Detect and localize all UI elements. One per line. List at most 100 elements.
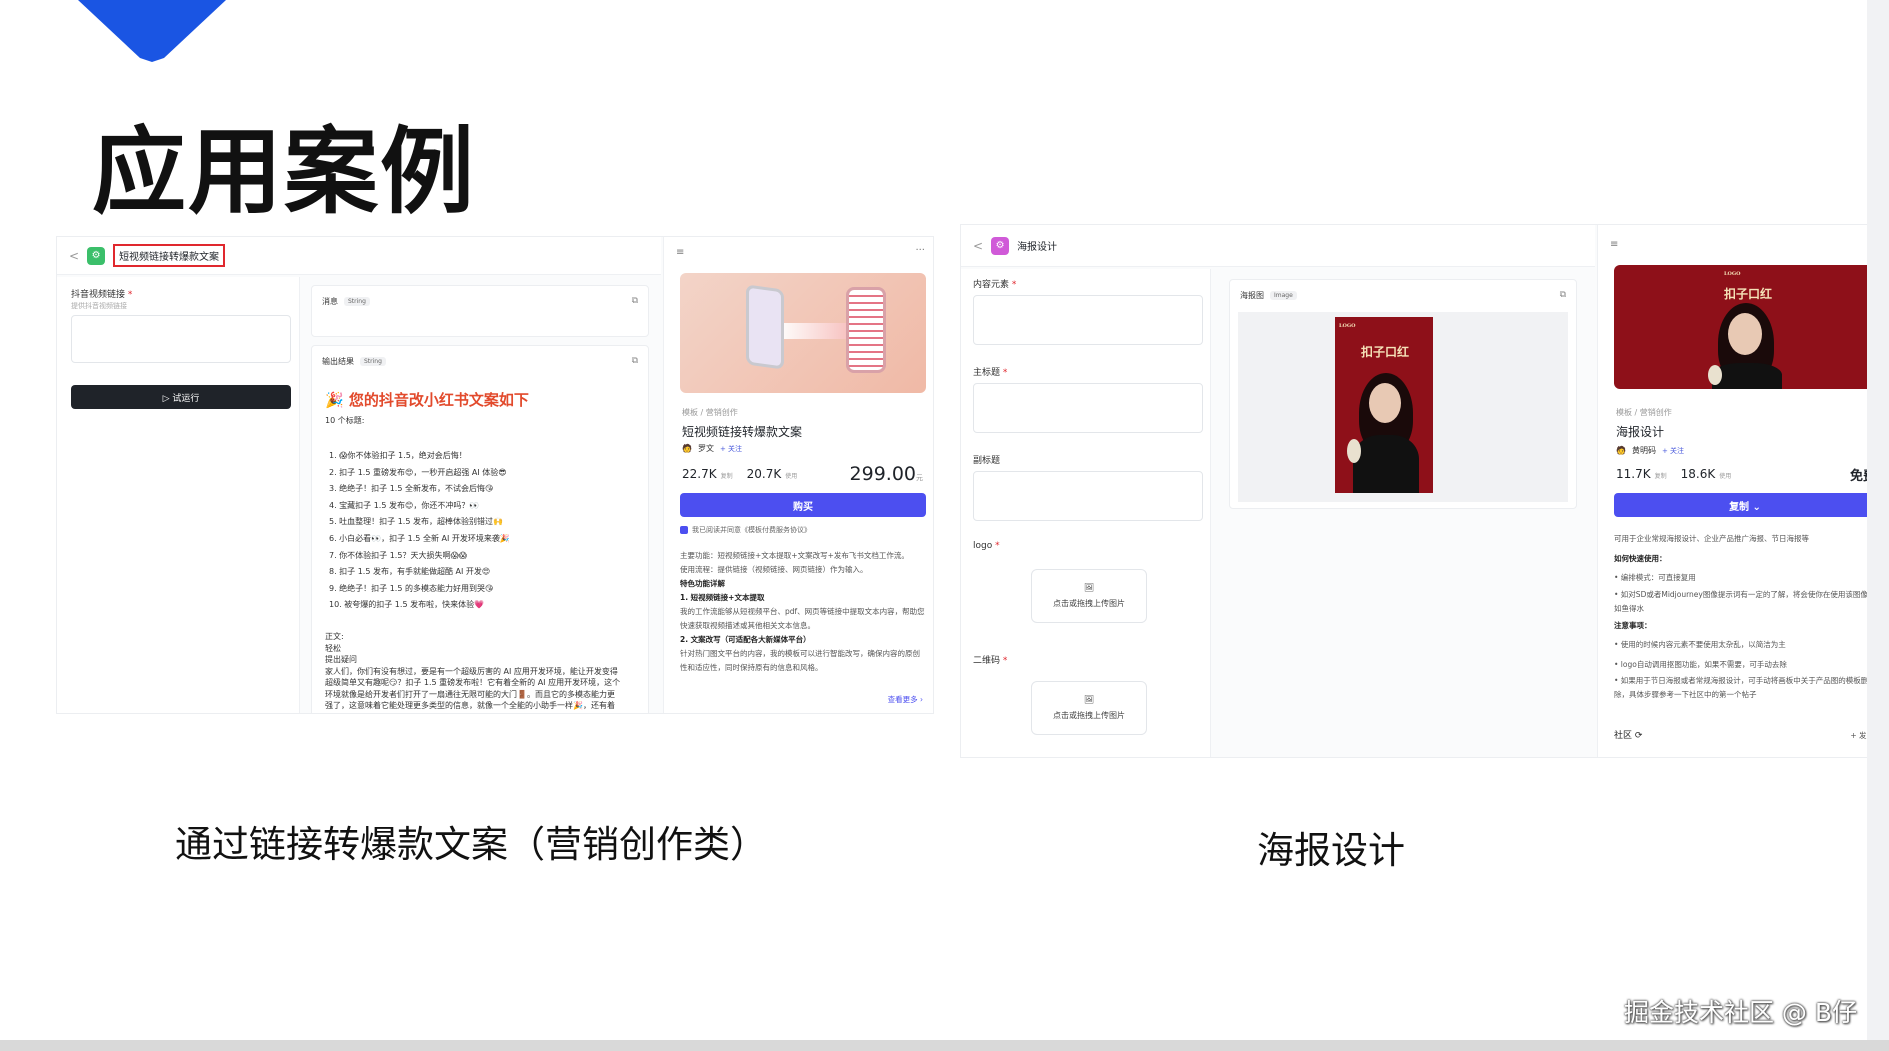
title-item: 2. 扣子 1.5 重磅发布😍，一秒开启超强 AI 体验😎 bbox=[329, 467, 507, 477]
avatar: 🧑 bbox=[682, 444, 692, 453]
collapse-icon[interactable]: ≡ bbox=[1610, 239, 1618, 250]
copy-count-unit: 复制 bbox=[720, 473, 733, 480]
follow-link[interactable]: + 关注 bbox=[1662, 446, 1684, 456]
author-name: 黄明码 bbox=[1631, 446, 1656, 455]
chevron-decoration bbox=[78, 0, 226, 62]
message-type-tag: String bbox=[344, 297, 370, 306]
feature-heading: 2. 文案改写（可适配各大新媒体平台） bbox=[680, 635, 811, 644]
body-line: 轻松 bbox=[325, 643, 341, 653]
copy-template-button[interactable]: 复制 ⌄ bbox=[1614, 493, 1876, 517]
message-card: 消息 String ⧉ bbox=[311, 285, 649, 337]
community-tab[interactable]: 社区 ⟳ bbox=[1614, 729, 1642, 743]
title-item: 7. 你不体验扣子 1.5？天大损失啊😱😱 bbox=[329, 550, 468, 560]
title-item: 5. 吐血整理！扣子 1.5 发布，超棒体验别错过🙌 bbox=[329, 517, 503, 527]
desc-line: 主要功能：短视频链接+文本提取+文案改写+发布飞书文档工作流。 bbox=[680, 551, 909, 560]
upload-hint: 点击或拖拽上传图片 bbox=[1053, 599, 1125, 608]
qrcode-upload[interactable]: 🖼 点击或拖拽上传图片 bbox=[1031, 681, 1147, 735]
feature-text: 我的工作流能够从短视频平台、pdf、网页等链接中提取文本内容，帮助您快速获取视频… bbox=[680, 607, 925, 630]
body-line: 提出疑问 bbox=[325, 655, 357, 664]
poster-title: 扣子口红 bbox=[1361, 345, 1410, 359]
author-row: 🧑 罗文 + 关注 bbox=[682, 443, 742, 454]
output-label: 输出结果 bbox=[322, 357, 354, 366]
field-label: 主标题 * bbox=[973, 368, 1008, 378]
avatar: 🧑 bbox=[1616, 446, 1626, 455]
breadcrumb: 模板 / 营销创作 bbox=[682, 408, 738, 417]
cover-body bbox=[1712, 363, 1782, 389]
copy-icon[interactable]: ⧉ bbox=[1560, 290, 1566, 300]
title-item: 10. 被夸爆的扣子 1.5 发布啦，快来体验💗 bbox=[329, 600, 485, 610]
author-row: 🧑 黄明码 + 关注 bbox=[1616, 445, 1684, 456]
slide-title: 应用案例 bbox=[92, 118, 477, 227]
input-label: 抖音视频链接 * bbox=[71, 290, 133, 300]
app-name: 短视频链接转爆款文案 bbox=[113, 244, 226, 267]
note-title: 注意事项： bbox=[1614, 620, 1652, 630]
feature-title: 特色功能详解 bbox=[680, 579, 725, 588]
title-item: 3. 绝绝子！扣子 1.5 全新发布，不试会后悔😘 bbox=[329, 484, 494, 494]
image-icon: 🖼 bbox=[1083, 583, 1095, 592]
upload-hint: 点击或拖拽上传图片 bbox=[1053, 711, 1125, 720]
desc-line: 使用流程：提供链接（视频链接、网页链接）作为输入。 bbox=[680, 565, 868, 574]
agree-checkbox[interactable] bbox=[680, 526, 688, 534]
output-type-tag: String bbox=[360, 357, 386, 366]
breadcrumb: 模板 / 营销创作 bbox=[1616, 408, 1672, 417]
use-count-unit: 使用 bbox=[1719, 473, 1732, 480]
more-icon[interactable]: ··· bbox=[915, 245, 925, 256]
back-icon[interactable]: < bbox=[973, 239, 983, 253]
buy-button[interactable]: 购买 bbox=[680, 493, 926, 517]
titles-header: 10 个标题: bbox=[325, 416, 365, 425]
collapse-icon[interactable]: ≡ bbox=[676, 247, 684, 258]
template-description: 可用于企业常规海报设计、企业产品推广海报、节日海报等 如何快速使用： • 编排模… bbox=[1614, 529, 1880, 702]
back-icon[interactable]: < bbox=[69, 249, 79, 263]
use-count: 20.7K bbox=[746, 467, 782, 481]
output-label: 海报图 bbox=[1240, 291, 1264, 300]
app-screenshot-poster: < ⚙ 海报设计 内容元素 * 主标题 * 副标题 logo * 🖼 点击或拖拽… bbox=[960, 224, 1889, 758]
content-elements-input[interactable] bbox=[973, 295, 1203, 345]
note-item: • 如果用于节日海报或者常规海报设计，可手动将画板中关于产品图的模板删除，具体步… bbox=[1614, 676, 1869, 699]
title-list: 1. 😱你不体验扣子 1.5，绝对会后悔！ 2. 扣子 1.5 重磅发布😍，一秒… bbox=[329, 448, 510, 614]
title-item: 1. 😱你不体验扣子 1.5，绝对会后悔！ bbox=[329, 451, 467, 460]
subtitle-input[interactable] bbox=[973, 471, 1203, 521]
main-title-input[interactable] bbox=[973, 383, 1203, 433]
quick-item: • 编排模式：可直接复用 bbox=[1614, 573, 1696, 582]
phone-left bbox=[746, 284, 784, 370]
test-run-button[interactable]: ▷ 试运行 bbox=[71, 385, 291, 409]
copy-count: 11.7K bbox=[1616, 467, 1651, 481]
body-text: 正文: 轻松 提出疑问 家人们，你们有没有想过，要是有一个超级厉害的 AI 应用… bbox=[325, 631, 620, 712]
cover-product bbox=[1708, 365, 1722, 385]
cover-face bbox=[1728, 313, 1762, 355]
poster-face bbox=[1369, 383, 1401, 423]
poster-logo: LOGO bbox=[1339, 323, 1356, 329]
title-item: 9. 绝绝子！扣子 1.5 的多模态能力好用到哭😘 bbox=[329, 583, 494, 593]
watermark: 掘金技术社区 @ B仔 bbox=[1623, 998, 1857, 1027]
agreement: 我已阅读并同意《模板付费服务协议》 bbox=[680, 525, 811, 535]
stats: 11.7K 复制 18.6K 使用 bbox=[1616, 467, 1741, 481]
cover-logo: LOGO bbox=[1724, 271, 1741, 277]
template-description: 主要功能：短视频链接+文本提取+文案改写+发布飞书文档工作流。 使用流程：提供链… bbox=[680, 549, 926, 675]
result-title: 🎉 您的抖音改小红书文案如下 bbox=[325, 391, 529, 409]
copy-icon[interactable]: ⧉ bbox=[632, 296, 638, 306]
caption-copywriting: 通过链接转爆款文案（营销创作类） bbox=[175, 823, 767, 866]
body-line: 超级简单又有趣呢😏？扣子 1.5 重磅发布啦！它有着全新的 AI 应用开发环境，… bbox=[325, 678, 621, 687]
follow-link[interactable]: + 关注 bbox=[720, 444, 742, 454]
output-pane: 海报图 Image ⧉ LOGO 扣子口红 bbox=[1213, 269, 1595, 757]
note-item: • logo自动调用抠图功能，如果不需要，可手动去除 bbox=[1614, 659, 1787, 669]
copy-icon[interactable]: ⧉ bbox=[632, 356, 638, 366]
workflow-app-icon: ⚙ bbox=[991, 236, 1010, 255]
template-name: 海报设计 bbox=[1616, 425, 1665, 439]
feature-text: 针对热门图文平台的内容，我的模板可以进行智能改写，确保内容的原创性和适应性，同时… bbox=[680, 649, 920, 672]
body-line: 环境就像是给开发者们打开了一扇通往无限可能的大门🚪。而且它的多模态能力更 bbox=[325, 689, 615, 699]
see-more-link[interactable]: 查看更多 › bbox=[888, 693, 923, 707]
logo-upload[interactable]: 🖼 点击或拖拽上传图片 bbox=[1031, 569, 1147, 623]
field-label: 二维码 * bbox=[973, 656, 1008, 666]
input-hint: 提供抖音视频链接 bbox=[71, 302, 127, 310]
title-item: 4. 宝藏扣子 1.5 发布😊，你还不冲吗？👀 bbox=[329, 500, 480, 510]
video-link-input[interactable] bbox=[71, 315, 291, 363]
workflow-app-icon: ⚙ bbox=[87, 246, 106, 265]
phone-right bbox=[846, 287, 886, 373]
agree-text: 我已阅读并同意《模板付费服务协议》 bbox=[692, 526, 811, 534]
poster-product bbox=[1347, 439, 1361, 463]
copy-count-unit: 复制 bbox=[1654, 473, 1667, 480]
field-label: 内容元素 * bbox=[973, 280, 1017, 290]
title-item: 8. 扣子 1.5 发布，有手就能做超酷 AI 开发😍 bbox=[329, 567, 491, 577]
bottom-bar bbox=[0, 1040, 1889, 1051]
